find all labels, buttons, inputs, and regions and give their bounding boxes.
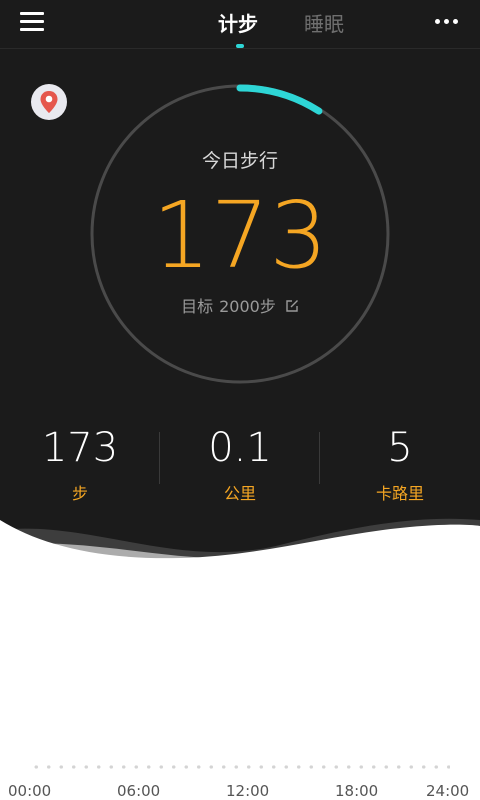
goal-value: 2000步 <box>219 297 276 316</box>
today-walk-label: 今日步行 <box>201 150 278 172</box>
tab-sleep[interactable]: 睡眠 <box>304 8 344 37</box>
goal-prefix: 目标 <box>181 297 214 316</box>
progress-arc <box>236 84 323 115</box>
timeline-tick: 00:00 <box>8 782 52 800</box>
timeline-tick: 24:00 <box>426 782 470 800</box>
stat-calories-value: 5 <box>387 425 413 471</box>
timeline-dots <box>30 765 450 769</box>
goal-row: 目标 2000步 <box>140 293 340 317</box>
timeline-tick: 06:00 <box>117 782 161 800</box>
timeline-tick: 12:00 <box>226 782 270 800</box>
tab-steps[interactable]: 计步 <box>218 8 258 37</box>
timeline-tick: 18:00 <box>335 782 379 800</box>
edit-goal-icon[interactable] <box>285 299 299 313</box>
step-count: 173 <box>152 182 328 289</box>
stat-distance-value: 0.1 <box>208 425 272 471</box>
stat-steps-value: 173 <box>41 425 119 471</box>
location-pin-icon <box>40 91 58 113</box>
wave-decoration <box>0 518 480 600</box>
menu-icon[interactable] <box>18 10 46 34</box>
more-options-icon[interactable] <box>432 10 462 34</box>
header-divider <box>0 48 480 49</box>
location-button[interactable] <box>31 84 67 120</box>
